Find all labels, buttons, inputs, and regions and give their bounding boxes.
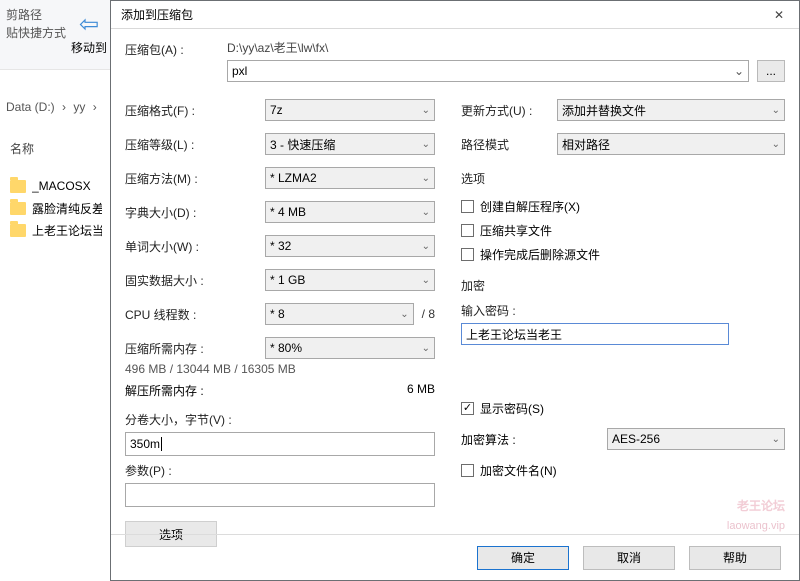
- archive-label: 压缩包(A) :: [125, 39, 227, 58]
- cpu-label: CPU 线程数 :: [125, 306, 265, 323]
- options-section-head: 选项: [461, 170, 785, 187]
- pathmode-label: 路径模式: [461, 136, 557, 153]
- solid-combo[interactable]: * 1 GB⌄: [265, 269, 435, 291]
- titlebar: 添加到压缩包 ✕: [111, 1, 799, 29]
- memcomp-label: 压缩所需内存 :: [125, 340, 265, 357]
- update-mode-combo[interactable]: 添加并替换文件⌄: [557, 99, 785, 121]
- method-label: 压缩方法(M) :: [125, 170, 265, 187]
- ribbon-text-2: 贴快捷方式: [6, 24, 66, 41]
- column-name[interactable]: 名称: [10, 140, 108, 157]
- browse-button[interactable]: ...: [757, 60, 785, 82]
- algorithm-label: 加密算法 :: [461, 431, 581, 448]
- sfx-checkbox[interactable]: 创建自解压程序(X): [461, 195, 785, 217]
- encrypt-names-checkbox[interactable]: 加密文件名(N): [461, 459, 785, 481]
- list-item[interactable]: 露脸清纯反差: [10, 197, 108, 219]
- chevron-down-icon: ⌄: [422, 343, 430, 354]
- show-password-checkbox[interactable]: 显示密码(S): [461, 397, 785, 419]
- memdecomp-label: 解压所需内存 :: [125, 382, 204, 399]
- dialog-footer: 确定 取消 帮助: [111, 534, 799, 580]
- chevron-down-icon: ⌄: [422, 207, 430, 218]
- chevron-down-icon: ⌄: [422, 241, 430, 252]
- help-button[interactable]: 帮助: [689, 546, 781, 570]
- chevron-down-icon: ⌄: [422, 173, 430, 184]
- password-input[interactable]: 上老王论坛当老王: [461, 323, 729, 345]
- chevron-down-icon: ⌄: [772, 105, 780, 116]
- add-to-archive-dialog: 添加到压缩包 ✕ 压缩包(A) : D:\yy\az\老王\lw\fx\ pxl…: [110, 0, 800, 581]
- cpu-total: / 8: [422, 307, 435, 321]
- text-caret: [161, 437, 162, 451]
- chevron-down-icon: ⌄: [400, 309, 408, 320]
- list-item[interactable]: _MACOSX: [10, 175, 108, 197]
- format-combo[interactable]: 7z⌄: [265, 99, 435, 121]
- level-combo[interactable]: 3 - 快速压缩⌄: [265, 133, 435, 155]
- password-label: 输入密码 :: [461, 302, 785, 319]
- chevron-down-icon: ⌄: [772, 139, 780, 150]
- chevron-down-icon: ⌄: [422, 275, 430, 286]
- chevron-down-icon: ⌄: [772, 434, 780, 445]
- shared-checkbox[interactable]: 压缩共享文件: [461, 219, 785, 241]
- archive-path: D:\yy\az\老王\lw\fx\: [227, 39, 785, 56]
- close-button[interactable]: ✕: [759, 1, 799, 28]
- ok-button[interactable]: 确定: [477, 546, 569, 570]
- close-icon: ✕: [774, 8, 784, 22]
- folder-icon: [10, 180, 26, 193]
- breadcrumb[interactable]: Data (D:) › yy ›: [4, 100, 99, 114]
- folder-icon: [10, 224, 26, 237]
- ribbon-text-1: 剪路径: [6, 6, 42, 23]
- algorithm-combo[interactable]: AES-256⌄: [607, 428, 785, 450]
- cpu-combo[interactable]: * 8⌄: [265, 303, 414, 325]
- archive-name-combo[interactable]: pxl ⌄: [227, 60, 749, 82]
- chevron-down-icon: ⌄: [422, 105, 430, 116]
- encryption-section-head: 加密: [461, 277, 785, 294]
- level-label: 压缩等级(L) :: [125, 136, 265, 153]
- list-item[interactable]: 上老王论坛当: [10, 219, 108, 241]
- word-label: 单词大小(W) :: [125, 238, 265, 255]
- word-combo[interactable]: * 32⌄: [265, 235, 435, 257]
- file-list: 名称 _MACOSX 露脸清纯反差 上老王论坛当: [10, 140, 108, 241]
- move-to-icon: ⇦: [70, 10, 108, 39]
- folder-icon: [10, 202, 26, 215]
- cancel-button[interactable]: 取消: [583, 546, 675, 570]
- update-label: 更新方式(U) :: [461, 102, 557, 119]
- dict-combo[interactable]: * 4 MB⌄: [265, 201, 435, 223]
- chevron-down-icon: ⌄: [734, 64, 744, 78]
- memcomp-values: 496 MB / 13044 MB / 16305 MB: [125, 362, 435, 378]
- split-size-input[interactable]: 350m: [125, 432, 435, 456]
- split-label: 分卷大小，字节(V) :: [125, 411, 435, 428]
- solid-label: 固实数据大小 :: [125, 272, 265, 289]
- method-combo[interactable]: * LZMA2⌄: [265, 167, 435, 189]
- delete-after-checkbox[interactable]: 操作完成后删除源文件: [461, 243, 785, 265]
- format-label: 压缩格式(F) :: [125, 102, 265, 119]
- memdecomp-value: 6 MB: [407, 382, 435, 399]
- explorer-bg: 剪路径 贴快捷方式 ⇦ 移动到 Data (D:) › yy › 名称 _MAC…: [0, 0, 110, 581]
- param-input[interactable]: [125, 483, 435, 507]
- chevron-down-icon: ⌄: [422, 139, 430, 150]
- memory-percent-combo[interactable]: * 80%⌄: [265, 337, 435, 359]
- move-to-button[interactable]: ⇦ 移动到: [70, 10, 108, 56]
- path-mode-combo[interactable]: 相对路径⌄: [557, 133, 785, 155]
- dict-label: 字典大小(D) :: [125, 204, 265, 221]
- move-to-label: 移动到: [70, 39, 108, 56]
- param-label: 参数(P) :: [125, 462, 435, 479]
- dialog-title: 添加到压缩包: [121, 6, 759, 23]
